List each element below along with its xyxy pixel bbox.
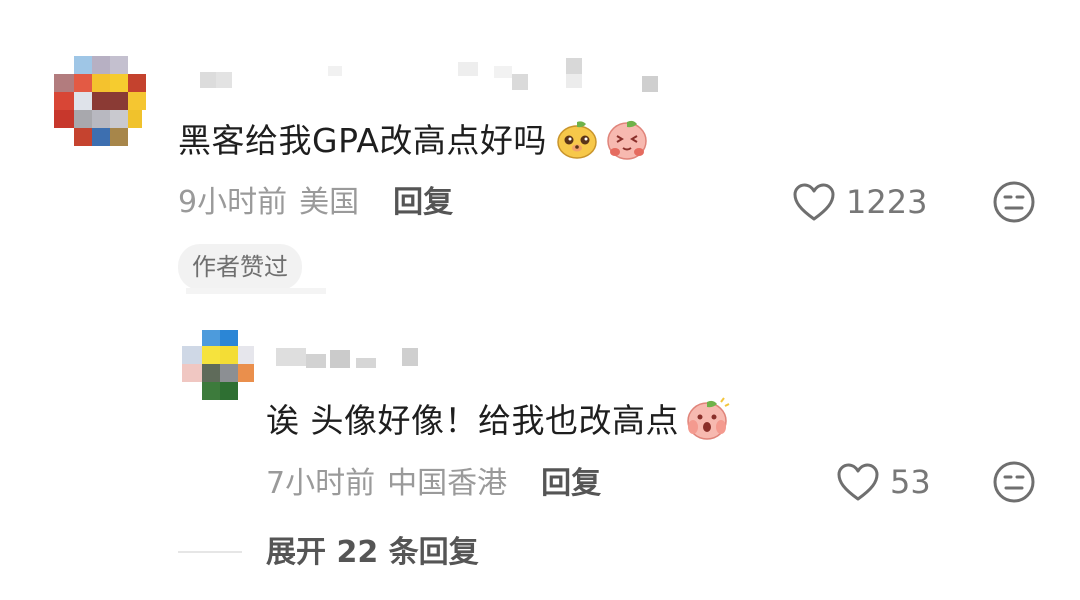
like-count: 53	[890, 463, 931, 501]
pleading-peach-sticker-icon	[607, 120, 647, 160]
reply-button[interactable]: 回复	[393, 177, 453, 221]
blur-artifact	[186, 288, 326, 294]
username-blurred[interactable]	[196, 58, 676, 96]
expand-replies-button[interactable]: 展开 22 条回复	[266, 532, 479, 574]
dislike-face-icon[interactable]	[992, 180, 1036, 224]
comment-text: 黑客给我GPA改高点好吗	[178, 121, 547, 160]
comment-time: 9小时前	[178, 185, 288, 220]
comment-text: 诶 头像好像！给我也改高点	[266, 401, 679, 440]
like-count: 1223	[846, 183, 928, 221]
avatar[interactable]	[54, 56, 148, 148]
author-liked-badge: 作者赞过	[178, 244, 302, 290]
comment-location: 中国香港	[387, 466, 508, 501]
heart-icon	[793, 183, 835, 221]
dislike-face-icon[interactable]	[992, 460, 1036, 504]
comment-time: 7小时前	[266, 466, 376, 501]
screaming-peach-sticker-icon	[687, 397, 730, 440]
reply-button[interactable]: 回复	[541, 458, 601, 502]
like-button[interactable]: 53	[836, 460, 931, 504]
expand-divider	[178, 551, 242, 553]
heart-icon	[837, 463, 879, 501]
comment-location: 美国	[299, 185, 360, 220]
like-button[interactable]: 1223	[792, 180, 927, 224]
doge-sticker-icon	[557, 121, 597, 159]
avatar[interactable]	[182, 330, 258, 404]
username-blurred[interactable]	[272, 344, 432, 374]
